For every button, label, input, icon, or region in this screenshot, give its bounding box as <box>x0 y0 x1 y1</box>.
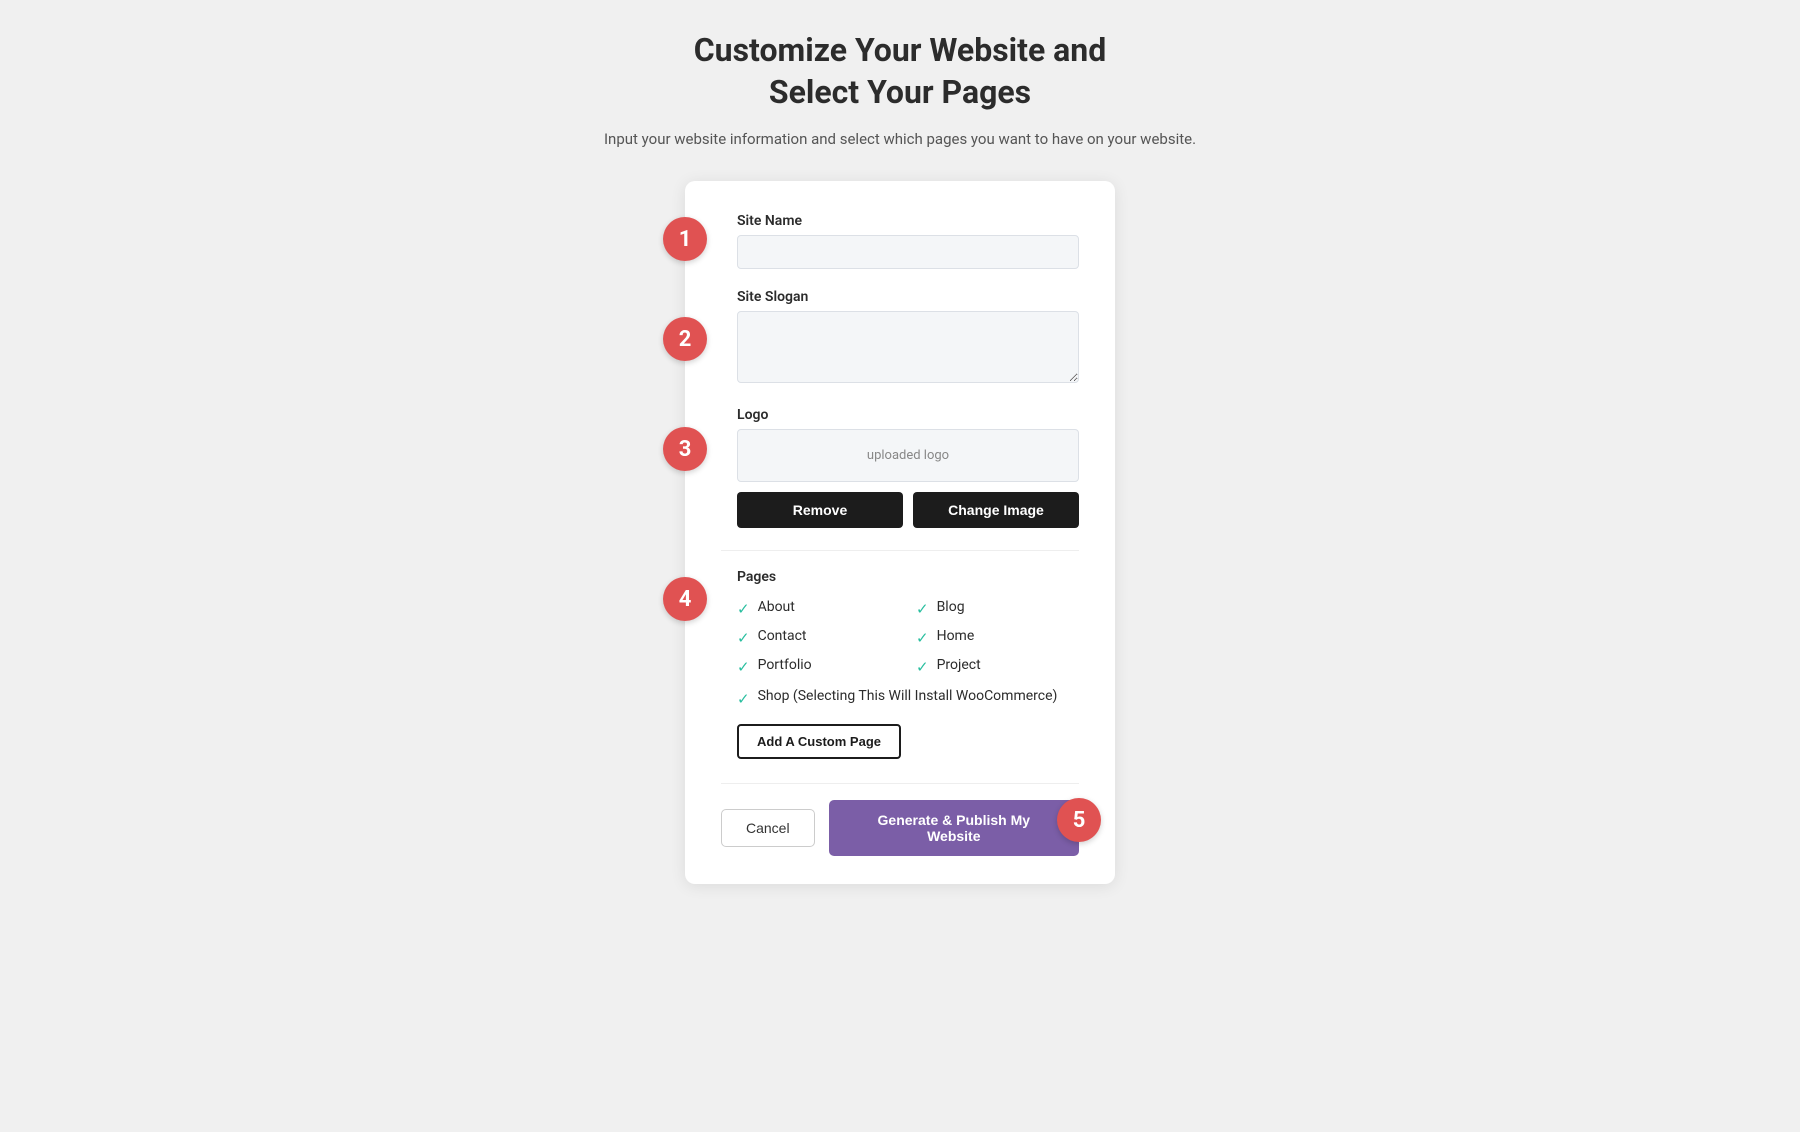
page-item-contact[interactable]: ✓ Contact <box>737 628 900 647</box>
form-card: 1 Site Name 2 Site Slogan 3 Logo uploade… <box>685 181 1115 884</box>
page-project-label: Project <box>937 657 981 673</box>
check-about-icon: ✓ <box>737 600 750 618</box>
check-contact-icon: ✓ <box>737 629 750 647</box>
pages-section: Pages ✓ About ✓ Blog ✓ Contact ✓ Home <box>721 569 1079 759</box>
page-item-blog[interactable]: ✓ Blog <box>916 599 1079 618</box>
generate-publish-button[interactable]: Generate & Publish My Website <box>829 800 1079 856</box>
page-about-label: About <box>758 599 795 615</box>
logo-preview: uploaded logo <box>737 429 1079 482</box>
check-blog-icon: ✓ <box>916 600 929 618</box>
page-portfolio-label: Portfolio <box>758 657 812 673</box>
page-item-home[interactable]: ✓ Home <box>916 628 1079 647</box>
page-header: Customize Your Website and Select Your P… <box>604 30 1196 151</box>
step-1-badge: 1 <box>663 217 707 261</box>
check-home-icon: ✓ <box>916 629 929 647</box>
page-item-about[interactable]: ✓ About <box>737 599 900 618</box>
page-contact-label: Contact <box>758 628 807 644</box>
site-slogan-input[interactable] <box>737 311 1079 383</box>
page-item-portfolio[interactable]: ✓ Portfolio <box>737 657 900 676</box>
add-custom-page-button[interactable]: Add A Custom Page <box>737 724 901 759</box>
page-shop-label: Shop (Selecting This Will Install WooCom… <box>758 688 1058 704</box>
page-title: Customize Your Website and Select Your P… <box>604 30 1196 113</box>
site-slogan-label: Site Slogan <box>737 289 1079 305</box>
logo-label: Logo <box>737 407 1079 423</box>
page-item-shop[interactable]: ✓ Shop (Selecting This Will Install WooC… <box>737 688 1079 708</box>
footer-actions: Cancel Generate & Publish My Website 5 <box>721 783 1079 856</box>
site-slogan-group: Site Slogan <box>721 289 1079 387</box>
logo-group: Logo uploaded logo Remove Change Image <box>721 407 1079 528</box>
step-2-badge: 2 <box>663 317 707 361</box>
remove-button[interactable]: Remove <box>737 492 903 528</box>
step-3-badge: 3 <box>663 427 707 471</box>
change-image-button[interactable]: Change Image <box>913 492 1079 528</box>
page-home-label: Home <box>937 628 975 644</box>
pages-grid: ✓ About ✓ Blog ✓ Contact ✓ Home ✓ Portfo… <box>737 599 1079 676</box>
page-blog-label: Blog <box>937 599 965 615</box>
pages-label: Pages <box>737 569 1079 585</box>
step-4-badge: 4 <box>663 577 707 621</box>
site-name-input[interactable] <box>737 235 1079 269</box>
check-project-icon: ✓ <box>916 658 929 676</box>
logo-placeholder-text: uploaded logo <box>867 448 949 463</box>
logo-buttons: Remove Change Image <box>737 492 1079 528</box>
step-5-badge: 5 <box>1057 798 1101 842</box>
section-divider <box>721 550 1079 551</box>
page-subtitle: Input your website information and selec… <box>604 127 1196 151</box>
check-shop-icon: ✓ <box>737 690 750 708</box>
page-item-project[interactable]: ✓ Project <box>916 657 1079 676</box>
site-name-label: Site Name <box>737 213 1079 229</box>
cancel-button[interactable]: Cancel <box>721 809 815 847</box>
site-name-group: Site Name <box>721 213 1079 269</box>
check-portfolio-icon: ✓ <box>737 658 750 676</box>
